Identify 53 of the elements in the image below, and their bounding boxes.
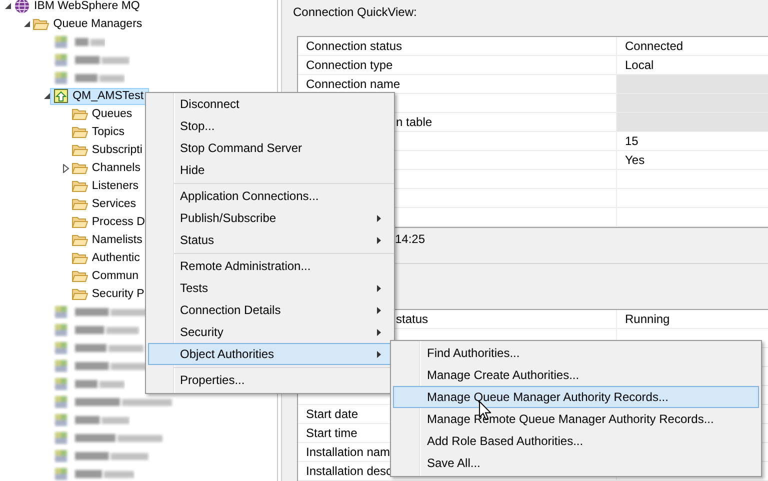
menu-item[interactable]: Hide	[148, 159, 392, 181]
tree-item[interactable]: Subscripti	[68, 142, 144, 158]
folder-icon	[72, 161, 88, 175]
tree-item[interactable]: Services	[68, 196, 137, 212]
folder-icon	[72, 143, 88, 157]
tree-item[interactable]: Process D	[68, 214, 146, 230]
menu-item[interactable]: Status	[148, 229, 392, 251]
menu-item[interactable]: Stop Command Server	[148, 137, 392, 159]
folder-icon	[72, 179, 88, 193]
tree-item[interactable]: QM_AMSTest	[50, 88, 149, 104]
menu-item[interactable]: Tests	[148, 277, 392, 299]
menu-item[interactable]: Properties...	[148, 369, 392, 391]
menu-item[interactable]: Manage Create Authorities...	[393, 364, 759, 386]
tree-item[interactable]: IBM WebSphere MQ	[11, 0, 141, 14]
triangle-icon[interactable]	[62, 164, 70, 172]
folder-icon	[72, 287, 88, 301]
folder-icon	[72, 215, 88, 229]
property-value: Connected	[616, 37, 768, 56]
folder-icon	[72, 107, 88, 121]
property-value: Running	[616, 310, 768, 329]
tree-item[interactable]: Authentic	[68, 250, 141, 266]
tree-item[interactable]: Commun	[68, 268, 140, 284]
folder-icon	[72, 269, 88, 283]
panel-title: Connection QuickView:	[292, 4, 418, 20]
tree-item[interactable]: Queues	[68, 106, 134, 122]
menu-item[interactable]: Disconnect	[148, 93, 392, 115]
triangle-icon[interactable]	[23, 20, 32, 28]
menu-item[interactable]: Publish/Subscribe	[148, 207, 392, 229]
property-name: Connection type	[298, 56, 616, 75]
tree-item[interactable]: Queue Managers	[30, 16, 144, 32]
folder-icon	[72, 197, 88, 211]
menu-item[interactable]: Application Connections...	[148, 185, 392, 207]
triangle-icon[interactable]	[4, 2, 12, 10]
tree-item[interactable]: Listeners	[68, 178, 140, 194]
folder-icon	[72, 251, 88, 265]
tree-item[interactable]: Topics	[68, 124, 126, 140]
triangle-icon[interactable]	[42, 92, 51, 100]
property-name: Connection status	[298, 37, 616, 56]
timestamp: 14:25	[395, 232, 426, 246]
queue-manager-icon	[52, 88, 69, 104]
tree-item[interactable]: Namelists	[68, 232, 144, 248]
menu-item[interactable]: Manage Queue Manager Authority Records...	[393, 386, 759, 408]
tree-item[interactable]: Channels	[68, 160, 142, 176]
menu-item[interactable]: Remote Administration...	[148, 255, 392, 277]
menu-item[interactable]: Object Authorities	[148, 343, 392, 365]
folder-icon	[72, 125, 88, 139]
property-value: Yes	[616, 151, 768, 170]
globe-icon	[14, 0, 30, 14]
tree-item[interactable]: Security P	[68, 286, 146, 302]
menu-item[interactable]: Find Authorities...	[393, 342, 759, 364]
folder-icon	[72, 233, 88, 247]
property-value: 15	[616, 132, 768, 151]
folder-icon	[33, 17, 50, 31]
